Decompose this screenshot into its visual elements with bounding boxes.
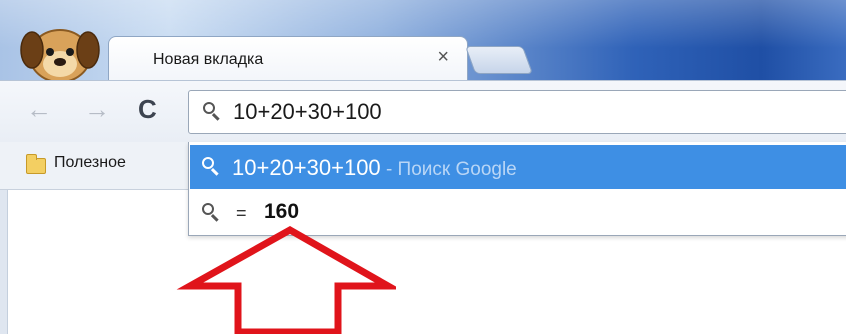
window-frame-left	[0, 190, 8, 334]
annotation-up-arrow-icon	[176, 226, 396, 334]
back-icon[interactable]: ←	[26, 94, 52, 124]
tab-title: Новая вкладка	[153, 51, 264, 68]
search-icon	[202, 157, 222, 177]
tab-new-tab[interactable]: Новая вкладка ×	[108, 36, 468, 82]
suggestion-hint: - Поиск Google	[380, 159, 517, 180]
new-tab-button[interactable]	[464, 46, 534, 74]
reload-icon[interactable]: C	[138, 94, 157, 124]
close-tab-icon[interactable]: ×	[437, 46, 449, 68]
address-bar-text: 10+20+30+100	[233, 99, 382, 124]
bookmark-folder-poleznoe[interactable]: Полезное	[54, 154, 126, 172]
calculator-result: 160	[264, 200, 300, 223]
suggestion-text: 10+20+30+100 - Поиск Google	[232, 155, 517, 181]
dog-avatar-icon[interactable]	[16, 20, 104, 82]
search-icon	[203, 102, 223, 122]
address-bar[interactable]: 10+20+30+100	[188, 90, 846, 134]
suggestion-search-google[interactable]: 10+20+30+100 - Поиск Google	[190, 145, 846, 189]
forward-icon[interactable]: →	[84, 94, 110, 124]
search-icon	[202, 203, 222, 223]
suggestion-query: 10+20+30+100	[232, 155, 381, 180]
folder-icon	[26, 154, 46, 174]
result-equals: =	[236, 203, 247, 223]
